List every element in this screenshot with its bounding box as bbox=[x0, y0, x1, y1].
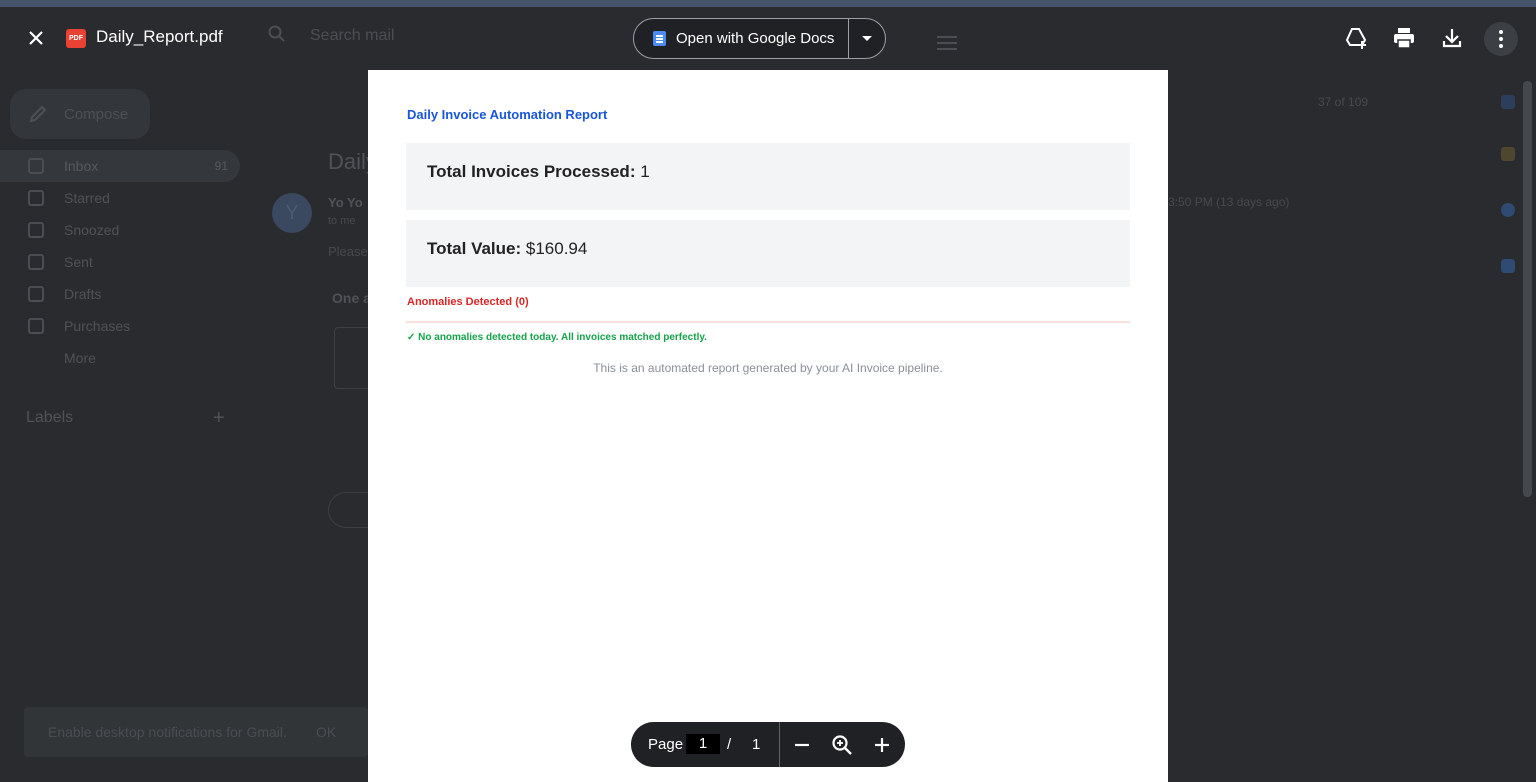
invoices-processed-label: Total Invoices Processed: bbox=[427, 162, 636, 181]
nav-item-purchases: Purchases bbox=[0, 310, 240, 342]
email-body: Please bbox=[328, 244, 368, 259]
google-docs-icon bbox=[653, 31, 666, 46]
nav-label: Starred bbox=[64, 190, 110, 206]
nav-item-sent: Sent bbox=[0, 246, 240, 278]
anomalies-heading: Anomalies Detected (0) bbox=[407, 296, 529, 308]
page-number-input[interactable]: 1 bbox=[686, 734, 720, 754]
open-with-label: Open with Google Docs bbox=[676, 30, 835, 47]
nav-label: More bbox=[64, 350, 96, 366]
search-icon bbox=[268, 25, 285, 42]
add-to-drive-icon[interactable] bbox=[1344, 26, 1368, 50]
nav-item-snoozed: Snoozed bbox=[0, 214, 240, 246]
inbox-icon bbox=[28, 158, 44, 174]
pencil-icon bbox=[29, 105, 47, 123]
close-icon[interactable] bbox=[22, 24, 50, 52]
more-options-icon[interactable] bbox=[1484, 22, 1518, 56]
calendar-icon bbox=[1501, 95, 1515, 109]
purchases-icon bbox=[28, 318, 44, 334]
open-with-dropdown-button[interactable] bbox=[849, 19, 886, 58]
contacts-icon bbox=[1501, 259, 1515, 273]
anomalies-message: ✓ No anomalies detected today. All invoi… bbox=[407, 332, 707, 343]
nav-label: Sent bbox=[64, 254, 93, 270]
attachment-heading: One a bbox=[332, 290, 371, 306]
clock-icon bbox=[28, 222, 44, 238]
avatar: Y bbox=[272, 193, 312, 233]
total-value-label: Total Value: bbox=[427, 239, 522, 258]
nav-label: Drafts bbox=[64, 286, 102, 302]
toast-text: Enable desktop notifications for Gmail. bbox=[48, 724, 287, 740]
keep-icon bbox=[1501, 147, 1515, 161]
open-with-control: Open with Google Docs bbox=[633, 18, 886, 59]
page-controls: Page 1 / 1 bbox=[631, 722, 905, 767]
nav-item-drafts: Drafts bbox=[0, 278, 240, 310]
email-timestamp: 3:50 PM (13 days ago) bbox=[1168, 195, 1290, 209]
download-icon[interactable] bbox=[1440, 26, 1464, 50]
page-label: Page bbox=[648, 736, 684, 753]
chevron-down-icon bbox=[28, 350, 44, 366]
search-options-icon bbox=[937, 36, 957, 50]
report-footer: This is an automated report generated by… bbox=[593, 361, 943, 375]
pdf-page: Daily Invoice Automation Report Total In… bbox=[368, 70, 1168, 782]
file-name: Daily_Report.pdf bbox=[96, 27, 223, 46]
compose-label: Compose bbox=[64, 106, 129, 123]
invoices-processed-value: 1 bbox=[640, 162, 650, 181]
message-counter: 37 of 109 bbox=[1318, 95, 1369, 109]
zoom-icon[interactable] bbox=[829, 732, 855, 758]
add-label-icon: + bbox=[213, 407, 225, 429]
scrollbar bbox=[1523, 81, 1532, 497]
draft-icon bbox=[28, 286, 44, 302]
page-separator: / bbox=[727, 736, 732, 753]
nav-label: Purchases bbox=[64, 318, 131, 334]
nav-label: Snoozed bbox=[64, 222, 120, 238]
nav-item-more: More bbox=[0, 342, 240, 374]
nav-item-inbox: Inbox 91 bbox=[0, 150, 240, 182]
total-pages: 1 bbox=[752, 736, 761, 753]
tasks-icon bbox=[1501, 203, 1515, 217]
browser-top-strip bbox=[0, 0, 1536, 7]
toast-ok: OK bbox=[316, 724, 337, 740]
page-controls-divider bbox=[779, 722, 780, 767]
compose-button: Compose bbox=[10, 89, 150, 139]
report-title: Daily Invoice Automation Report bbox=[407, 107, 608, 122]
pdf-file-icon: PDF bbox=[66, 29, 86, 48]
email-recipient: to me bbox=[328, 215, 356, 227]
search-placeholder: Search mail bbox=[310, 27, 395, 44]
invoices-processed-box: Total Invoices Processed: 1 bbox=[406, 143, 1130, 210]
open-with-google-docs-button[interactable]: Open with Google Docs bbox=[634, 19, 849, 58]
nav-label: Inbox bbox=[64, 158, 99, 174]
anomalies-divider bbox=[406, 321, 1130, 323]
send-icon bbox=[28, 254, 44, 270]
inbox-count: 91 bbox=[214, 159, 228, 173]
print-icon[interactable] bbox=[1392, 26, 1416, 50]
zoom-out-icon[interactable] bbox=[789, 732, 815, 758]
total-value-amount: $160.94 bbox=[525, 239, 588, 258]
labels-heading: Labels bbox=[26, 409, 74, 426]
email-sender: Yo Yo bbox=[328, 195, 363, 210]
star-icon bbox=[28, 190, 44, 206]
nav-item-starred: Starred bbox=[0, 182, 240, 214]
total-value-box: Total Value: $160.94 bbox=[406, 220, 1130, 287]
notification-toast: Enable desktop notifications for Gmail. … bbox=[24, 707, 368, 757]
zoom-in-icon[interactable] bbox=[869, 732, 895, 758]
